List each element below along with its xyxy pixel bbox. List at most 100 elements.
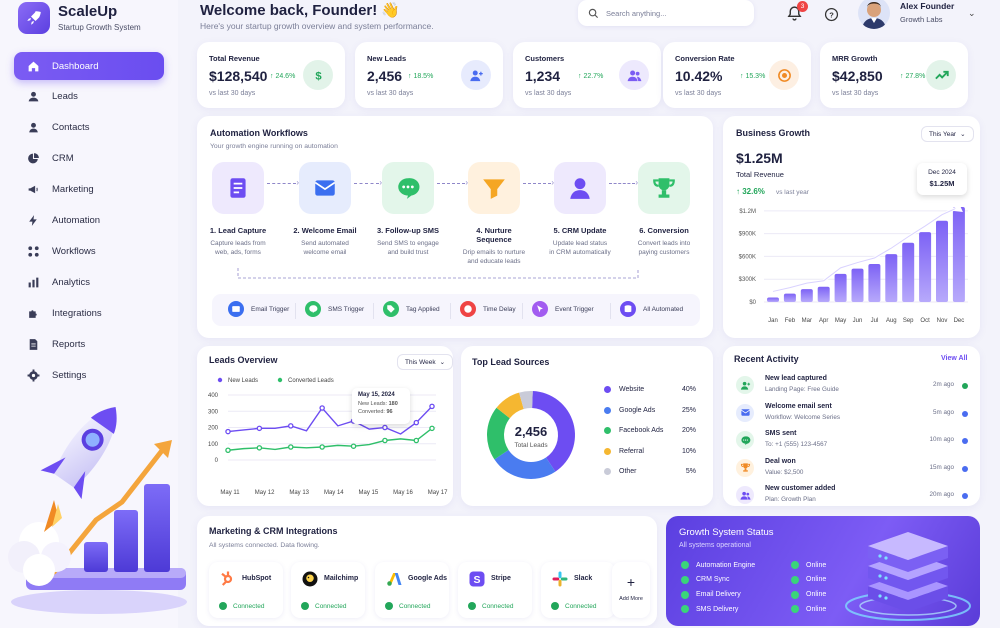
activity-item[interactable]: SMS sent To: +1 (555) 123-4567 10m ago	[736, 428, 976, 454]
data-point[interactable]	[319, 444, 325, 450]
data-point[interactable]	[413, 437, 420, 444]
sidebar-item-automation[interactable]: Automation	[14, 207, 164, 235]
notification-bell-icon[interactable]: 3	[786, 1, 808, 27]
trigger-item[interactable]: All Automated	[620, 301, 683, 317]
integration-slack[interactable]: Slack Connected	[541, 562, 615, 618]
trigger-item[interactable]: SMS Trigger	[305, 301, 364, 317]
chevron-down-icon: ⌄	[960, 131, 966, 138]
data-point[interactable]	[429, 425, 435, 432]
y-tick-label: 400	[208, 393, 219, 399]
plus-icon: +	[626, 574, 636, 590]
workflow-step[interactable]: 3. Follow-up SMS Send SMS to engage and bu…	[373, 162, 443, 258]
data-point[interactable]	[413, 419, 420, 426]
lead-sources-title: Top Lead Sources	[472, 357, 550, 367]
stat-card[interactable]: Total Revenue $128,540 ↑ 24.6% vs last 30 d…	[197, 42, 345, 108]
bar[interactable]	[834, 273, 847, 302]
integration-google-ads[interactable]: Google Ads Connected	[375, 562, 449, 618]
help-icon[interactable]: ?	[824, 7, 839, 27]
check-icon	[791, 605, 799, 614]
data-point[interactable]	[256, 425, 263, 432]
data-point[interactable]	[350, 443, 357, 449]
data-point[interactable]	[429, 403, 435, 410]
sidebar-item-analytics[interactable]: Analytics	[14, 268, 164, 296]
search-box[interactable]: Search anything...	[578, 0, 754, 26]
bar[interactable]	[919, 232, 932, 302]
stat-card[interactable]: MRR Growth $42,850 ↑ 27.8% vs last 30 days	[820, 42, 968, 108]
integration-stripe[interactable]: S Stripe Connected	[458, 562, 532, 618]
activity-item[interactable]: Welcome email sent Workflow: Welcome Seri…	[736, 401, 976, 427]
sidebar-item-reports[interactable]: Reports	[14, 330, 164, 358]
sidebar-item-label: Dashboard	[52, 60, 99, 72]
mailchimp-icon	[301, 570, 319, 588]
stat-card[interactable]: New Leads 2,456 ↑ 18.5% vs last 30 days	[355, 42, 503, 108]
sidebar-item-integrations[interactable]: Integrations	[14, 299, 164, 327]
workflow-step[interactable]: 2. Welcome Email Send automated welcome em…	[290, 162, 360, 258]
sidebar-item-crm[interactable]: CRM	[14, 145, 164, 173]
workflow-step[interactable]: 6. Conversion Convert leads into paying cu…	[629, 162, 699, 258]
system-row: Email Delivery	[681, 590, 741, 599]
bar[interactable]	[885, 254, 898, 302]
trigger-item[interactable]: Time Delay	[460, 301, 516, 317]
activity-item[interactable]: New lead captured Landing Page: Free Guid…	[736, 373, 976, 399]
sidebar-item-dashboard[interactable]: Dashboard	[14, 52, 164, 80]
integration-mailchimp[interactable]: Mailchimp Connected	[291, 562, 365, 618]
donut-slice[interactable]	[494, 449, 556, 479]
sidebar-item-marketing[interactable]: Marketing	[14, 176, 164, 204]
add-more-button[interactable]: + Add More	[612, 562, 650, 618]
view-all-link[interactable]: View All	[941, 355, 967, 362]
leads-period-select[interactable]: This Week ⌄	[397, 354, 454, 370]
contact-icon	[26, 121, 40, 135]
growth-status-subtitle: All systems operational	[679, 542, 751, 549]
bar[interactable]	[868, 264, 881, 302]
search-input[interactable]: Search anything...	[606, 9, 666, 18]
data-point[interactable]	[225, 447, 231, 454]
chat-icon	[736, 431, 754, 449]
stat-card[interactable]: Conversion Rate 10.42% ↑ 15.3% vs last 30 d…	[663, 42, 811, 108]
business-growth-chart: $0 $300K $600K $900K $1.2M Jan Feb Mar Apr May Jun…	[739, 203, 968, 324]
activity-title: SMS sent	[765, 430, 797, 437]
activity-item[interactable]: Deal won Value: $2,500 15m ago	[736, 456, 976, 482]
sidebar-item-label: Workflows	[52, 245, 96, 257]
sidebar-item-contacts[interactable]: Contacts	[14, 114, 164, 142]
data-point[interactable]	[256, 445, 263, 451]
trigger-item[interactable]: Tag Applied	[383, 301, 440, 317]
bar[interactable]	[851, 268, 864, 302]
bars-icon	[26, 275, 40, 289]
sidebar-item-settings[interactable]: Settings	[14, 361, 164, 389]
bar[interactable]	[800, 289, 813, 302]
data-point[interactable]	[382, 437, 388, 444]
activity-item[interactable]: New customer added Plan: Growth Plan 20m a…	[736, 483, 976, 509]
data-point[interactable]	[319, 405, 325, 411]
bar[interactable]	[783, 293, 796, 302]
sidebar-item-leads[interactable]: Leads	[14, 83, 164, 111]
bar[interactable]	[936, 220, 948, 302]
bar[interactable]	[767, 297, 779, 302]
growth-period-select[interactable]: This Year ⌄	[921, 126, 974, 142]
x-tick-label: Jul	[871, 318, 879, 324]
trigger-item[interactable]: Email Trigger	[228, 301, 289, 317]
workflow-icon	[26, 244, 40, 258]
integration-hubspot[interactable]: HubSpot Connected	[209, 562, 283, 618]
bar[interactable]	[952, 207, 965, 302]
activity-sub: Workflow: Welcome Series	[765, 413, 840, 421]
integration-name: Stripe	[491, 575, 511, 582]
sidebar: ScaleUp Startup Growth System Dashboard L…	[0, 0, 187, 628]
stat-card[interactable]: Customers 1,234 ↑ 22.7% vs last 30 days	[513, 42, 661, 108]
workflow-step[interactable]: 5. CRM Update Update lead status in CRM au…	[545, 162, 615, 258]
sidebar-item-workflows[interactable]: Workflows	[14, 237, 164, 265]
avatar[interactable]	[858, 0, 890, 29]
bar[interactable]	[902, 242, 915, 302]
workflow-step[interactable]: 1. Lead Capture Capture leads from web, ad…	[203, 162, 273, 258]
trigger-item[interactable]: Event Trigger	[532, 301, 594, 317]
data-point[interactable]	[288, 423, 294, 429]
data-point[interactable]	[288, 444, 294, 450]
bar[interactable]	[817, 286, 830, 302]
workflow-step[interactable]: 4. Nurture Sequence Drip emails to nurtur…	[459, 162, 529, 267]
user-menu-chevron-down-icon[interactable]: ⌄	[968, 8, 976, 19]
data-point[interactable]	[382, 424, 388, 431]
data-point[interactable]	[225, 428, 231, 435]
status-dot	[962, 438, 968, 444]
workflow-step-desc-line: Capture leads from	[210, 240, 266, 247]
legend-item: Referral 10%	[604, 447, 696, 455]
legend-percent: 40%	[681, 386, 696, 393]
